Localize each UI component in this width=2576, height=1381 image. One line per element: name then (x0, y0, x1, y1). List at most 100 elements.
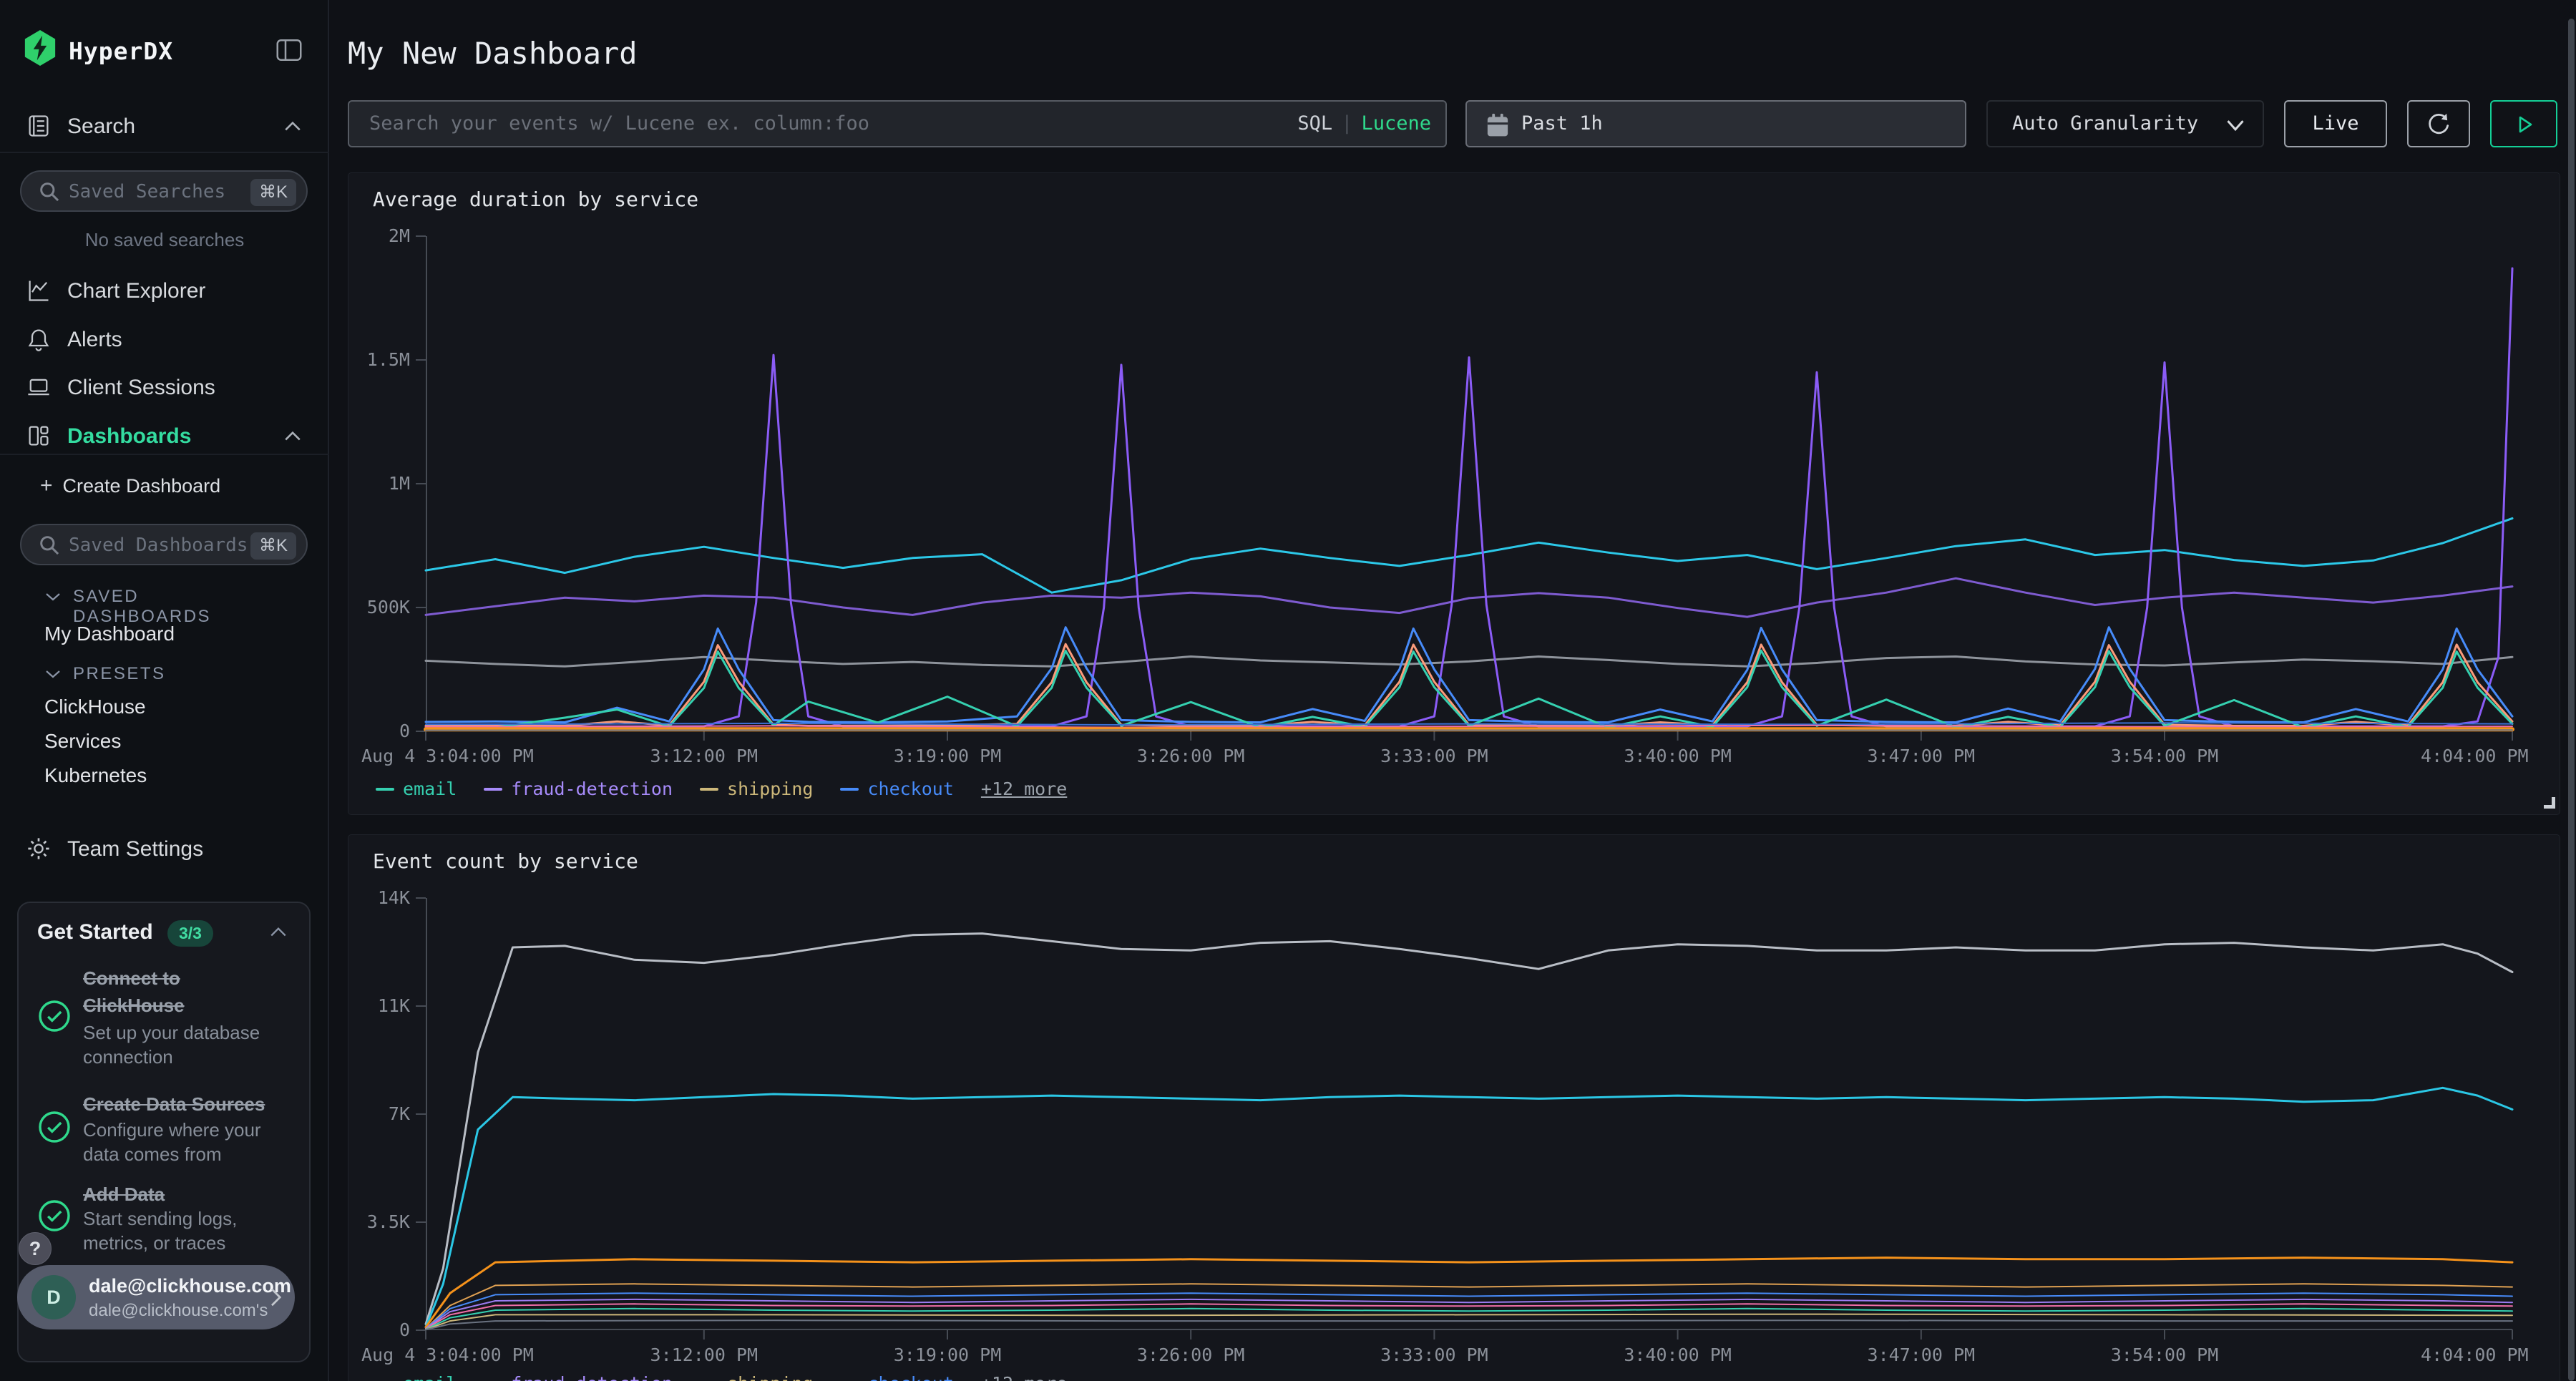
section-header-label: SAVED DASHBOARDS (73, 587, 211, 627)
create-dashboard-button[interactable]: +Create Dashboard (40, 474, 220, 502)
sidebar-item-my-dashboard[interactable]: My Dashboard (44, 623, 175, 645)
journal-icon (26, 113, 52, 139)
search-icon (39, 535, 62, 557)
time-range-picker[interactable]: Past 1h (1465, 100, 1966, 147)
shortcut-badge: ⌘K (250, 532, 296, 560)
legend-label: shipping (727, 1373, 813, 1381)
y-tick-label: 1.5M (346, 349, 410, 370)
no-saved-searches-note: No saved searches (0, 229, 329, 251)
x-tick-label: 3:33:00 PM (1380, 1345, 1488, 1365)
divider (0, 152, 329, 153)
saved-dashboards-input[interactable]: Saved Dashboards ⌘K (20, 524, 308, 565)
y-tick-label: 11K (346, 995, 410, 1016)
legend-item-shipping[interactable]: shipping (700, 1373, 813, 1381)
plot-area[interactable] (426, 236, 2512, 731)
x-tick-label: 3:54:00 PM (2111, 1345, 2219, 1365)
lucene-toggle[interactable]: Lucene (1361, 112, 1431, 135)
legend-item-email[interactable]: email (376, 1373, 457, 1381)
saved-searches-input[interactable]: Saved Searches ⌘K (20, 170, 308, 212)
series-purple-service (426, 578, 2512, 617)
page-scrollbar[interactable] (2568, 19, 2575, 1381)
sidebar-item-kubernetes[interactable]: Kubernetes (44, 764, 147, 787)
check-circle-icon (37, 1199, 72, 1233)
legend-item-fraud-detection[interactable]: fraud-detection (484, 779, 673, 799)
create-dashboard-label: Create Dashboard (63, 475, 221, 497)
legend-label: checkout (867, 1373, 953, 1381)
get-started-item-title[interactable]: Add Data (83, 1181, 283, 1208)
chart-panel-avg-duration: Average duration by service emailfraud-d… (348, 172, 2560, 815)
sql-toggle[interactable]: SQL (1297, 112, 1332, 135)
chevron-right-icon (268, 1287, 283, 1308)
panel-resize-handle[interactable] (2544, 797, 2555, 809)
get-started-item-title[interactable]: Create Data Sources (83, 1090, 283, 1118)
brand-row: HyperDX (0, 0, 328, 93)
series-email (426, 1309, 2512, 1329)
hyperdx-app: HyperDX Search (0, 0, 2576, 1381)
lang-separator: | (1341, 112, 1352, 135)
series-pink-service (426, 1304, 2512, 1329)
sidebar-collapse-icon[interactable] (275, 36, 303, 64)
legend-item-checkout[interactable]: checkout (840, 1373, 953, 1381)
chart-panel-event-count: Event count by service emailfraud-detect… (348, 834, 2560, 1381)
sidebar-item-alerts[interactable]: Alerts (0, 322, 329, 359)
legend-item-fraud-detection[interactable]: fraud-detection (484, 1373, 673, 1381)
y-tick-label: 7K (346, 1103, 410, 1124)
brand-name: HyperDX (69, 37, 173, 65)
gear-icon (26, 836, 52, 862)
shortcut-badge: ⌘K (250, 179, 296, 206)
y-tick-label: 14K (346, 887, 410, 908)
legend-swatch (840, 788, 859, 791)
series-checkout (426, 628, 2512, 723)
sidebar-item-dashboards[interactable]: Dashboards (0, 419, 329, 456)
user-menu[interactable]: D dale@clickhouse.com dale@clickhouse.co… (17, 1265, 295, 1329)
sidebar-item-services[interactable]: Services (44, 730, 121, 753)
x-tick-label: 3:40:00 PM (1624, 1345, 1732, 1365)
sidebar-item-label: Chart Explorer (67, 279, 205, 303)
avatar: D (31, 1275, 76, 1319)
chevron-up-icon[interactable] (269, 924, 288, 939)
x-tick-label: 3:47:00 PM (1868, 746, 1976, 766)
refresh-button[interactable] (2407, 100, 2470, 147)
legend-item-email[interactable]: email (376, 779, 457, 799)
x-tick-label: 3:26:00 PM (1137, 1345, 1245, 1365)
run-query-button[interactable] (2490, 100, 2557, 147)
legend-label: fraud-detection (511, 779, 673, 799)
chevron-down-icon (44, 590, 62, 603)
sidebar-item-client-sessions[interactable]: Client Sessions (0, 370, 329, 407)
legend-more-link[interactable]: +12 more (981, 779, 1067, 799)
get-started-item-title[interactable]: Connect to ClickHouse (83, 965, 283, 1019)
series-cyan-service (426, 518, 2512, 592)
help-button[interactable]: ? (19, 1232, 52, 1265)
events-search-input[interactable]: Search your events w/ Lucene ex. column:… (348, 100, 1447, 147)
granularity-value: Auto Granularity (2012, 112, 2198, 135)
sidebar-item-clickhouse[interactable]: ClickHouse (44, 696, 146, 718)
x-tick-label: 3:19:00 PM (894, 1345, 1002, 1365)
get-started-item-desc: Configure where your data comes from (83, 1118, 291, 1166)
sidebar-item-team-settings[interactable]: Team Settings (0, 831, 329, 869)
granularity-select[interactable]: Auto Granularity (1986, 100, 2264, 147)
sidebar-item-chart-explorer[interactable]: Chart Explorer (0, 273, 329, 311)
x-tick-label: 3:40:00 PM (1624, 746, 1732, 766)
hyperdx-logo-icon (23, 30, 57, 66)
axis-lines (426, 898, 2512, 1329)
legend-label: email (403, 1373, 457, 1381)
divider (0, 454, 329, 455)
search-icon (39, 181, 62, 204)
sidebar-item-label: Team Settings (67, 837, 203, 862)
x-tick-label: 3:54:00 PM (2111, 746, 2219, 766)
chart-canvas (426, 236, 2512, 731)
plot-area[interactable] (426, 898, 2512, 1330)
play-icon (2512, 112, 2537, 137)
x-tick-label: 3:26:00 PM (1137, 746, 1245, 766)
legend-more-link[interactable]: +12 more (981, 1373, 1067, 1381)
live-button[interactable]: Live (2284, 100, 2387, 147)
bell-icon (26, 326, 52, 352)
legend-swatch (484, 788, 502, 791)
x-tick-label: 4:04:00 PM (2421, 746, 2529, 766)
legend-label: email (403, 779, 457, 799)
sidebar-item-search[interactable]: Search (0, 109, 329, 146)
series-gray-service (426, 657, 2512, 667)
events-search-placeholder: Search your events w/ Lucene ex. column:… (369, 112, 869, 135)
legend-item-shipping[interactable]: shipping (700, 779, 813, 799)
legend-item-checkout[interactable]: checkout (840, 779, 953, 799)
